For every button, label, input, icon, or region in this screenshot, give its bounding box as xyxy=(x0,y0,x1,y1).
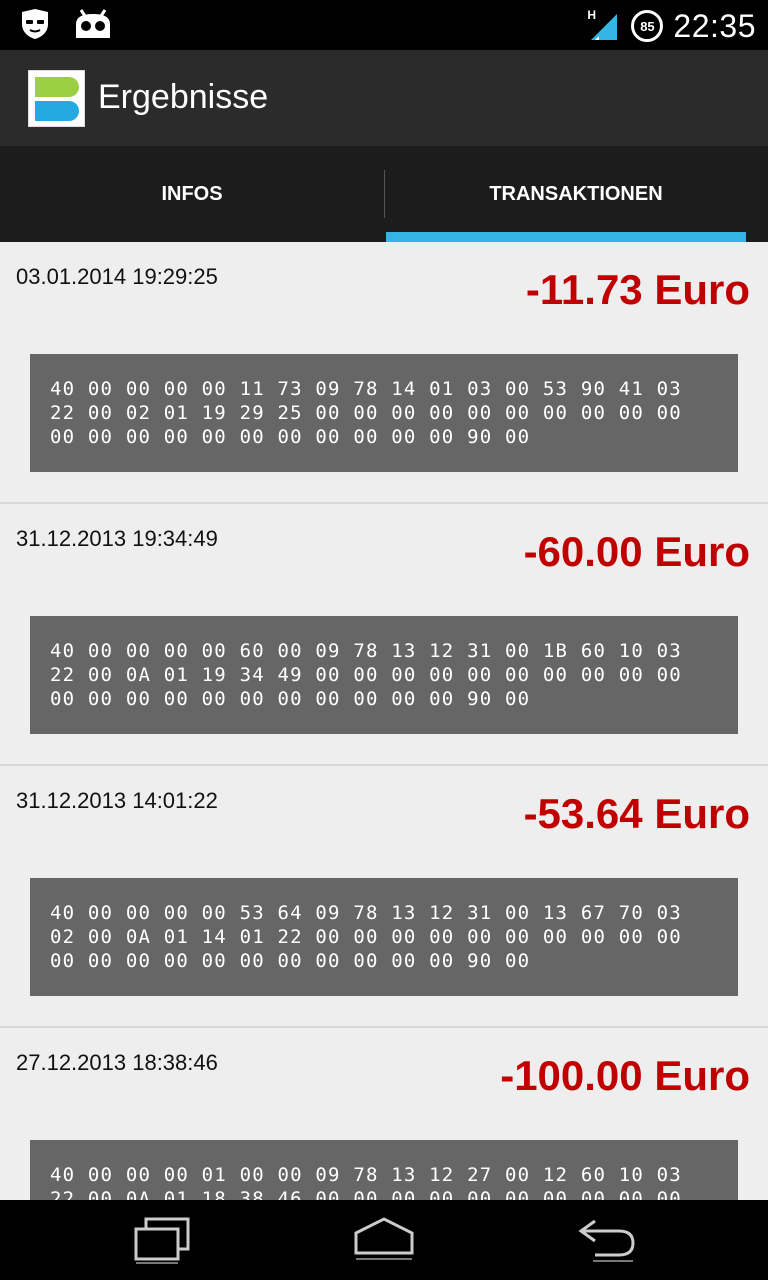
navigation-bar xyxy=(0,1200,768,1280)
android-icon xyxy=(74,8,112,45)
tab-transaktionen[interactable]: TRANSAKTIONEN xyxy=(384,146,768,242)
tab-selected-indicator xyxy=(386,232,746,242)
list-item[interactable]: 31.12.2013 14:01:22 -53.64 Euro 40 00 00… xyxy=(0,766,768,1028)
incognito-icon xyxy=(20,8,50,45)
list-item[interactable]: 31.12.2013 19:34:49 -60.00 Euro 40 00 00… xyxy=(0,504,768,766)
tab-bar: INFOS TRANSAKTIONEN xyxy=(0,146,768,242)
transaction-date: 27.12.2013 18:38:46 xyxy=(16,1050,218,1075)
hex-line: 40 00 00 00 00 11 73 09 78 14 01 03 00 5… xyxy=(50,378,682,400)
tab-label: TRANSAKTIONEN xyxy=(489,182,663,205)
transaction-date: 03.01.2014 19:29:25 xyxy=(16,264,218,289)
hex-data-box: 40 00 00 00 00 60 00 09 78 13 12 31 00 1… xyxy=(30,616,738,734)
transaction-amount: -100.00 Euro xyxy=(500,1052,750,1099)
clock: 22:35 xyxy=(673,7,756,44)
transaction-date: 31.12.2013 14:01:22 xyxy=(16,788,218,813)
back-icon[interactable] xyxy=(562,1210,652,1270)
action-bar: Ergebnisse xyxy=(0,50,768,146)
transaction-amount: -11.73 Euro xyxy=(525,266,750,313)
hex-line: 40 00 00 00 00 60 00 09 78 13 12 31 00 1… xyxy=(50,640,682,662)
tab-infos[interactable]: INFOS xyxy=(0,146,384,242)
hex-line: 02 00 0A 01 14 01 22 00 00 00 00 00 00 0… xyxy=(50,926,682,948)
tab-label: INFOS xyxy=(161,182,223,205)
hex-data-box: 40 00 00 00 00 11 73 09 78 14 01 03 00 5… xyxy=(30,354,738,472)
hex-line: 22 00 0A 01 19 34 49 00 00 00 00 00 00 0… xyxy=(50,664,682,686)
home-icon[interactable] xyxy=(339,1210,429,1270)
transaction-list[interactable]: 03.01.2014 19:29:25 -11.73 Euro 40 00 00… xyxy=(0,242,768,1200)
battery-icon: 85 xyxy=(631,10,664,42)
hex-data-box: 40 00 00 00 00 53 64 09 78 13 12 31 00 1… xyxy=(30,878,738,996)
hex-line: 40 00 00 00 01 00 00 09 78 13 12 27 00 1… xyxy=(50,1164,682,1186)
signal-icon: H xyxy=(587,8,621,42)
hex-line: 40 00 00 00 00 53 64 09 78 13 12 31 00 1… xyxy=(50,902,682,924)
list-item[interactable]: 03.01.2014 19:29:25 -11.73 Euro 40 00 00… xyxy=(0,242,768,504)
recent-apps-icon[interactable] xyxy=(117,1210,207,1270)
battery-level: 85 xyxy=(640,18,655,34)
hex-line: 22 00 02 01 19 29 25 00 00 00 00 00 00 0… xyxy=(50,402,682,424)
page-title: Ergebnisse xyxy=(98,78,269,116)
hex-line: 00 00 00 00 00 00 00 00 00 00 00 90 00 xyxy=(50,426,531,448)
hex-line: 00 00 00 00 00 00 00 00 00 00 00 90 00 xyxy=(50,950,531,972)
hex-line: 00 00 00 00 00 00 00 00 00 00 00 90 00 xyxy=(50,688,531,710)
status-bar: H 85 22:35 xyxy=(0,0,768,50)
transaction-date: 31.12.2013 19:34:49 xyxy=(16,526,218,551)
app-logo-icon[interactable] xyxy=(28,70,85,127)
hex-line: 22 00 0A 01 18 38 46 00 00 00 00 00 00 0… xyxy=(50,1188,682,1200)
transaction-amount: -60.00 Euro xyxy=(523,528,750,575)
transaction-amount: -53.64 Euro xyxy=(523,790,750,837)
list-item[interactable]: 27.12.2013 18:38:46 -100.00 Euro 40 00 0… xyxy=(0,1028,768,1200)
hex-data-box: 40 00 00 00 01 00 00 09 78 13 12 27 00 1… xyxy=(30,1140,738,1200)
